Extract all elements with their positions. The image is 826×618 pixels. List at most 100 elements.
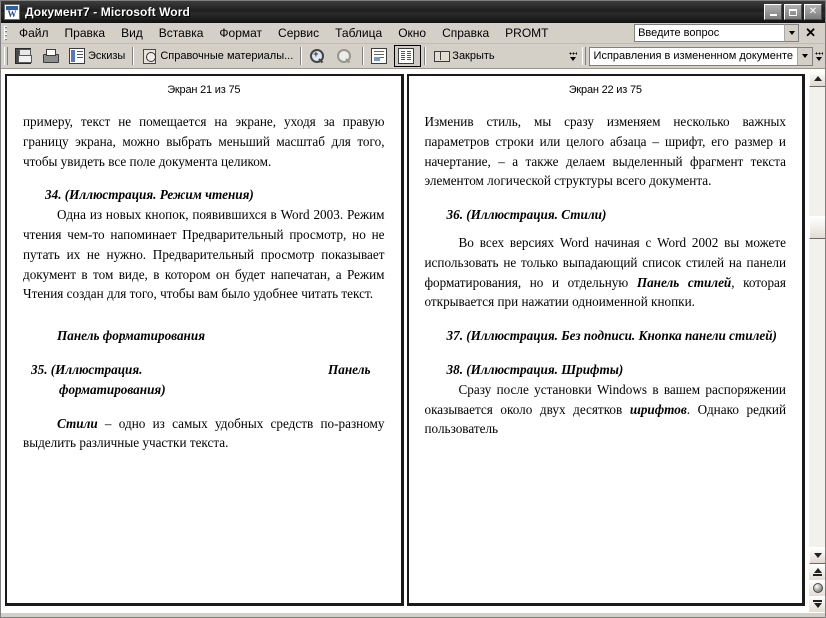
menu-window[interactable]: Окно (390, 23, 434, 44)
title-bar: Документ7 - Microsoft Word ✕ (1, 1, 825, 23)
two-page-icon (398, 48, 415, 64)
menu-format[interactable]: Формат (211, 23, 270, 44)
emphasis-fonts: шрифтов (629, 401, 687, 417)
close-button[interactable]: ✕ (804, 4, 822, 20)
toolbar-overflow-dots-icon (815, 51, 823, 55)
research-button[interactable]: Справочные материалы... (137, 45, 297, 67)
chevron-up-icon (813, 76, 822, 81)
illustration-heading-35-right: Панель (328, 361, 371, 377)
paragraph: Сразу после установки Windows в вашем ра… (425, 380, 787, 439)
close-icon: ✕ (808, 6, 818, 17)
menu-promt[interactable]: PROMT (497, 23, 556, 44)
toolbar-right-group: Исправления в измененном документе (566, 44, 825, 69)
minimize-button[interactable] (764, 4, 782, 20)
ask-a-question-dropdown-arrow[interactable] (784, 24, 800, 42)
page-left[interactable]: Экран 21 из 75 примеру, текст не помещае… (5, 74, 404, 606)
chevron-down-icon (813, 553, 822, 558)
menu-insert[interactable]: Вставка (151, 23, 212, 44)
window-title: Документ7 - Microsoft Word (25, 5, 190, 19)
scrollbar-track[interactable] (809, 87, 825, 547)
page-left-header: Экран 21 из 75 (167, 84, 241, 96)
illustration-heading-35: 35. (Иллюстрация. Панель форматирования) (31, 360, 385, 400)
thumbnails-icon (69, 48, 85, 64)
page-right-body: Изменив стиль, мы сразу изменяем несколь… (425, 112, 787, 439)
menu-tools[interactable]: Сервис (270, 23, 327, 44)
revisions-display-value: Исправления в измененном документе (593, 50, 793, 62)
ask-a-question-box: Введите вопрос ✕ (634, 24, 821, 42)
maximize-button[interactable] (784, 4, 802, 20)
next-page-button[interactable] (809, 596, 825, 612)
zoom-out-button[interactable] (332, 45, 359, 67)
thumbnails-button[interactable]: Эскизы (65, 45, 129, 67)
save-icon (15, 48, 32, 64)
page-right[interactable]: Экран 22 из 75 Изменив стиль, мы сразу и… (406, 74, 805, 606)
vertical-scrollbar[interactable] (808, 70, 825, 612)
reviewing-toolbar-options-button[interactable] (813, 45, 825, 67)
illustration-heading-36: 36. (Иллюстрация. Стили) (446, 207, 607, 223)
menubar-grip[interactable] (4, 26, 7, 40)
paragraph: Стили – одно из самых удобных средств по… (23, 414, 385, 454)
illustration-heading-38: 38. (Иллюстрация. Шрифты) (446, 361, 624, 377)
chevron-down-icon (816, 56, 822, 61)
word-window: Документ7 - Microsoft Word ✕ Файл Правка… (0, 0, 826, 618)
illustration-heading-35-cont: форматирования) (59, 381, 166, 397)
zoom-in-icon: + (309, 48, 325, 64)
scroll-up-button[interactable] (809, 70, 825, 87)
previous-page-button[interactable] (809, 564, 825, 580)
illustration-heading-37: 37. (Иллюстрация. Без подписи. Кнопка па… (446, 328, 777, 344)
pages-container: Экран 21 из 75 примеру, текст не помещае… (1, 70, 808, 612)
reviewing-toolbar-grip[interactable] (581, 47, 586, 65)
menu-file[interactable]: Файл (11, 23, 57, 44)
paragraph: Одна из новых кнопок, появившихся в Word… (23, 207, 385, 302)
illustration-heading-34: 34. (Иллюстрация. Режим чтения) (45, 187, 254, 203)
chevron-down-icon (802, 54, 808, 58)
chevron-down-icon (788, 31, 795, 35)
ask-a-question-input[interactable]: Введите вопрос (634, 24, 785, 42)
toolbar-separator (132, 47, 135, 65)
toolbar-separator (300, 47, 303, 65)
scrollbar-thumb[interactable] (809, 215, 825, 239)
toolbar-overflow-dots-icon (568, 51, 577, 55)
illustration-heading-35-left: 35. (Иллюстрация. (31, 361, 143, 377)
actual-page-button[interactable] (367, 45, 394, 67)
menu-view[interactable]: Вид (113, 23, 151, 44)
reading-layout-document-area: Экран 21 из 75 примеру, текст не помещае… (1, 69, 825, 612)
print-button[interactable] (38, 45, 65, 67)
reading-layout-toolbar: Эскизы Справочные материалы... + Закрыть… (1, 44, 825, 69)
toolbar-options-button[interactable] (566, 45, 579, 67)
menu-help[interactable]: Справка (434, 23, 497, 44)
zoom-in-button[interactable]: + (305, 45, 332, 67)
select-browse-object-button[interactable] (809, 580, 825, 596)
close-reading-label: Закрыть (452, 50, 495, 62)
scroll-down-button[interactable] (809, 547, 825, 564)
emphasis-styles: Стили (57, 415, 98, 431)
two-pages-button[interactable] (394, 45, 422, 67)
menu-edit[interactable]: Правка (57, 23, 114, 44)
toolbar-separator (362, 47, 365, 65)
print-icon (42, 48, 59, 64)
revisions-dropdown-arrow[interactable] (797, 47, 812, 65)
menu-table[interactable]: Таблица (327, 23, 390, 44)
paragraph: Изменив стиль, мы сразу изменяем несколь… (424, 114, 787, 189)
toolbar-grip[interactable] (4, 47, 8, 65)
close-book-icon (433, 48, 451, 64)
revisions-display-dropdown[interactable]: Исправления в измененном документе (588, 46, 813, 66)
subheading-formatting-panel: Панель форматирования (57, 328, 206, 344)
emphasis-styles-panel: Панель стилей (636, 274, 732, 290)
save-button[interactable] (11, 45, 38, 67)
window-controls: ✕ (764, 4, 823, 20)
close-reading-button[interactable]: Закрыть (429, 45, 498, 67)
page-left-body: примеру, текст не помещается на экране, … (23, 112, 385, 453)
close-question-box-icon[interactable]: ✕ (799, 25, 821, 41)
window-bottom-edge (1, 612, 825, 617)
research-label: Справочные материалы... (160, 50, 294, 62)
